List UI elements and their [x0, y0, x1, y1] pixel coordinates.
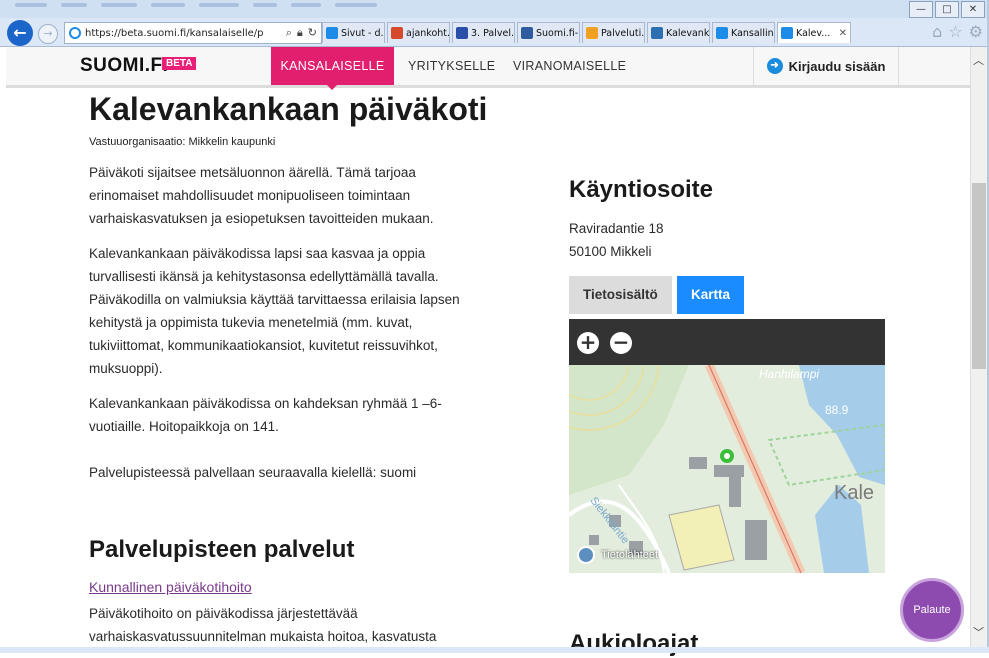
close-tab-icon[interactable]: ✕ [839, 28, 850, 39]
browser-tab[interactable]: Suomi.fi-... [517, 22, 580, 43]
login-button[interactable]: ➜ Kirjaudu sisään [753, 47, 899, 85]
window-controls: — □ ✕ [909, 1, 985, 18]
forward-arrow-icon: → [43, 27, 53, 40]
tab-map-button[interactable]: Kartta [677, 276, 745, 314]
close-window-button[interactable]: ✕ [961, 1, 985, 18]
tab-strip: Sivut - d... ajankoht... 3. Palvel... Su… [322, 22, 853, 43]
tab-favicon-icon [586, 27, 598, 39]
tab-favicon-icon [456, 27, 468, 39]
map-label-lake: Hanhilampi [759, 367, 820, 381]
address-bar[interactable]: https://beta.suomi.fi/kansalaiselle/p ⌕ … [64, 22, 322, 44]
maximize-button[interactable]: □ [935, 1, 959, 18]
ie-page-icon [69, 27, 81, 39]
description-paragraph: Kalevankankaan päiväkodissa lapsi saa ka… [89, 246, 460, 376]
tab-favicon-icon [651, 27, 663, 39]
home-icon[interactable]: ⌂ [932, 22, 942, 41]
browser-tab[interactable]: Palveluti... [582, 22, 645, 43]
browser-toolbar-icons: ⌂ ☆ ⚙ [932, 22, 983, 41]
map-label-elevation: 88.9 [825, 403, 849, 417]
responsible-org: Vastuuorganisaatio: Mikkelin kaupunki [89, 136, 276, 148]
refresh-icon[interactable]: ↻ [308, 26, 317, 40]
tab-favicon-icon [391, 27, 403, 39]
browser-tab[interactable]: 3. Palvel... [452, 22, 515, 43]
browser-tab[interactable]: Kansallin... [712, 22, 775, 43]
window-frame-bottom [0, 647, 989, 653]
minimize-button[interactable]: — [909, 1, 933, 18]
tab-favicon-icon [716, 27, 728, 39]
settings-gear-icon[interactable]: ⚙ [969, 22, 983, 41]
tab-favicon-icon [781, 27, 793, 39]
browser-tab[interactable]: Kalevank... [647, 22, 710, 43]
site-logo[interactable]: SUOMI.FI [80, 55, 168, 77]
browser-tab-active[interactable]: Kalev... ✕ [777, 22, 851, 43]
forward-button[interactable]: → [38, 24, 58, 44]
map-tiles [569, 365, 885, 573]
beta-badge: BETA [162, 57, 197, 70]
browser-tab[interactable]: Sivut - d... [322, 22, 385, 43]
back-button[interactable]: ← [7, 20, 33, 46]
back-arrow-icon: ← [13, 23, 27, 42]
nav-viranomaiselle[interactable]: VIRANOMAISELLE [513, 47, 626, 85]
service-link[interactable]: Kunnallinen päiväkotihoito [89, 579, 252, 595]
search-icon[interactable]: ⌕ [286, 26, 292, 40]
feedback-button[interactable]: Palaute [900, 578, 964, 642]
postal-address: 50100 Mikkeli [569, 244, 652, 259]
opening-hours-heading: Aukioloajat [569, 630, 699, 657]
zoom-out-button[interactable]: − [610, 332, 632, 354]
map-sources[interactable]: Tietolähteet [577, 546, 658, 564]
service-description: Päiväkotihoito on päiväkodissa järjestet… [89, 606, 437, 644]
favorites-strip [15, 3, 377, 7]
scroll-down-icon[interactable]: ﹀ [970, 624, 987, 640]
tab-favicon-icon [521, 27, 533, 39]
lock-icon[interactable]: 🔒︎ [297, 26, 303, 40]
nav-kansalaiselle[interactable]: KANSALAISELLE [271, 47, 394, 85]
map-view[interactable]: Hanhilampi 88.9 Kale Siekkilantie Tietol… [569, 365, 885, 573]
globe-icon [577, 546, 595, 564]
nav-yritykselle[interactable]: YRITYKSELLE [408, 47, 495, 85]
address-url[interactable]: https://beta.suomi.fi/kansalaiselle/p [85, 28, 282, 39]
browser-tab[interactable]: ajankoht... [387, 22, 450, 43]
page-title: Kalevankankaan päiväkoti [89, 91, 488, 127]
description-paragraph: Kalevankankaan päiväkodissa on kahdeksan… [89, 396, 442, 434]
zoom-in-button[interactable]: + [577, 332, 599, 354]
nav-active-caret [325, 83, 339, 90]
description-paragraph: Päiväkoti sijaitsee metsäluonnon äärellä… [89, 165, 434, 226]
map-label-area: Kale [834, 482, 875, 504]
scroll-up-icon[interactable]: ︿ [970, 52, 987, 68]
scrollbar-thumb[interactable] [972, 183, 986, 369]
login-label: Kirjaudu sisään [788, 58, 886, 74]
favorites-star-icon[interactable]: ☆ [948, 22, 962, 41]
tab-info-button[interactable]: Tietosisältö [569, 276, 672, 314]
services-heading: Palvelupisteen palvelut [89, 536, 355, 563]
login-arrow-icon: ➜ [766, 58, 783, 74]
street-address: Raviradantie 18 [569, 221, 664, 236]
window-titlebar: — □ ✕ [0, 0, 989, 18]
visit-address-heading: Käyntiosoite [569, 176, 714, 203]
tab-favicon-icon [326, 27, 338, 39]
language-paragraph: Palvelupisteessä palvellaan seuraavalla … [89, 465, 417, 480]
